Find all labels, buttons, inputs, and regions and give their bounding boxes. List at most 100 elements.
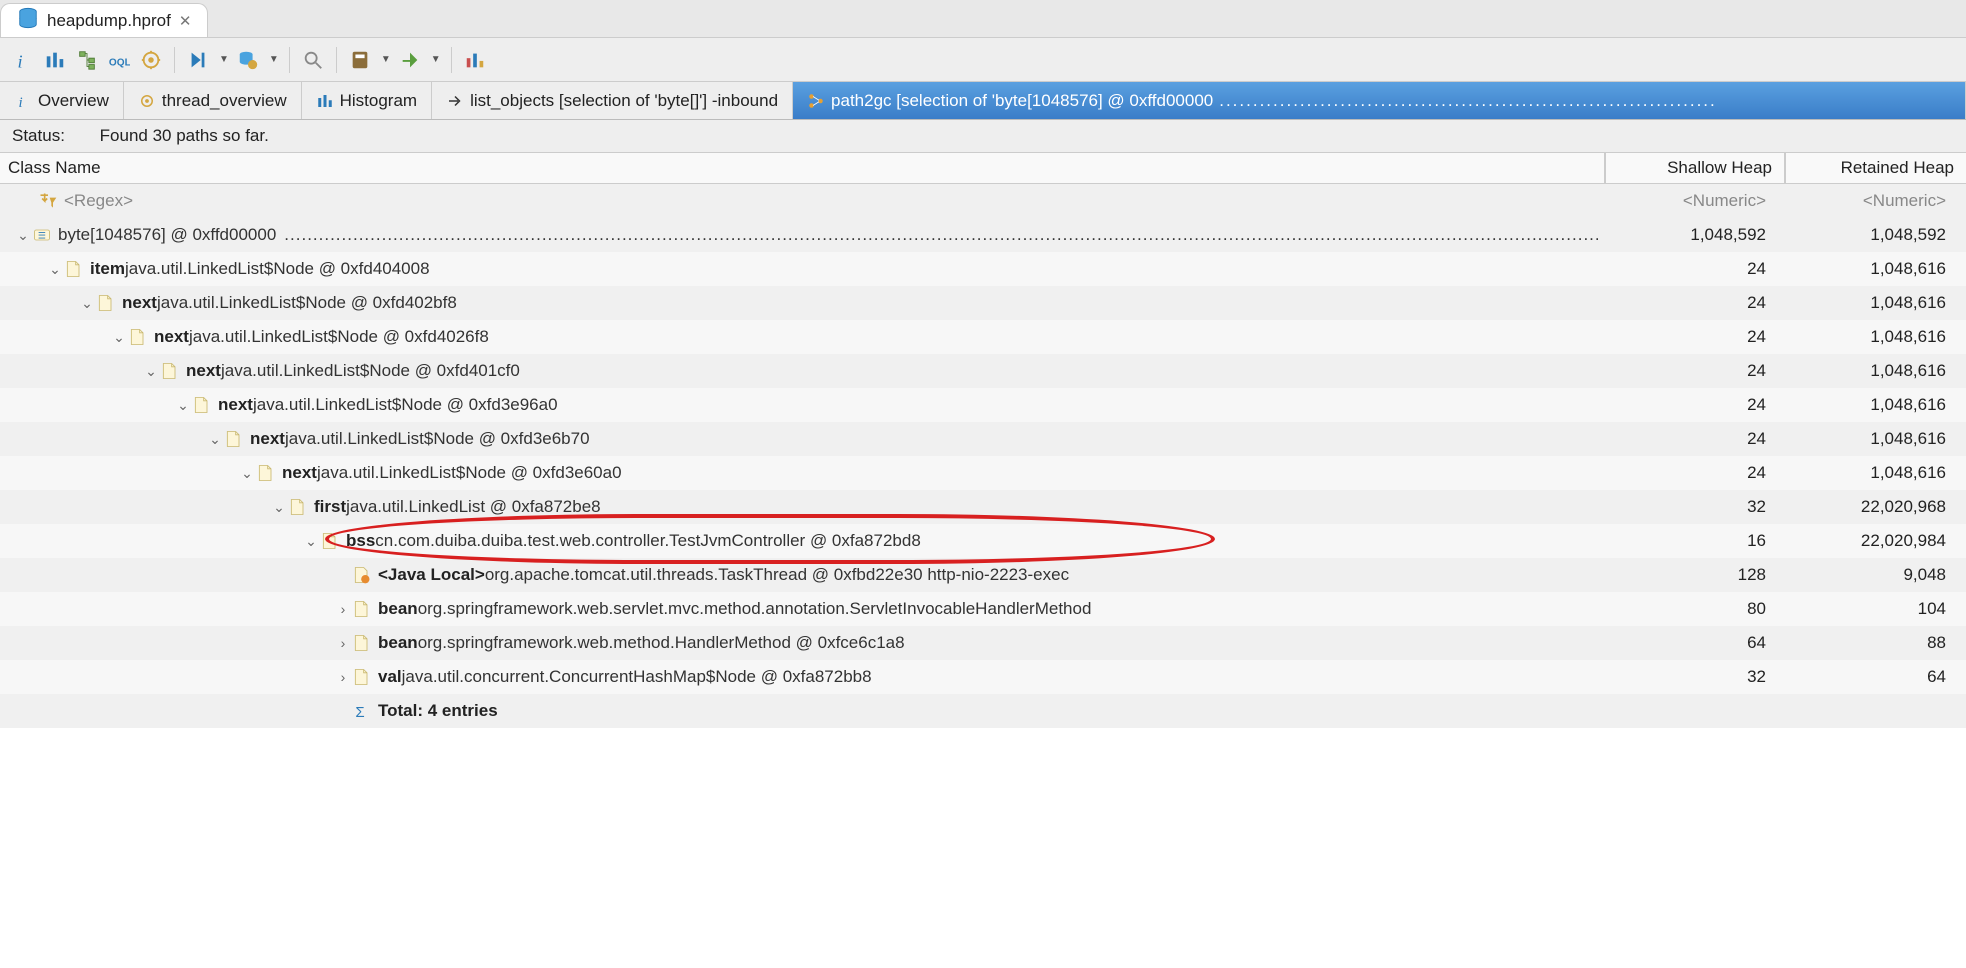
file-icon (352, 599, 372, 619)
bars-icon (316, 92, 334, 110)
retained-heap-value: 1,048,616 (1786, 327, 1966, 347)
tab-path2gc[interactable]: path2gc [selection of 'byte[1048576] @ 0… (793, 82, 1966, 119)
info-icon[interactable]: i (10, 47, 36, 73)
expander-icon[interactable]: › (334, 669, 352, 685)
table-row[interactable]: ›bean org.springframework.web.method.Han… (0, 626, 1966, 660)
shallow-heap-value: 24 (1606, 361, 1786, 381)
table-row[interactable]: ⌄bss cn.com.duiba.duiba.test.web.control… (0, 524, 1966, 558)
retained-heap-value: 22,020,984 (1786, 531, 1966, 551)
db-gear-icon[interactable] (235, 47, 261, 73)
file-icon (352, 667, 372, 687)
run-icon[interactable] (185, 47, 211, 73)
shallow-heap-value: 64 (1606, 633, 1786, 653)
tree-icon (807, 92, 825, 110)
filter-icon (38, 191, 58, 211)
row-field-name: <Java Local> (378, 565, 485, 585)
expander-icon[interactable]: ⌄ (46, 261, 64, 278)
shallow-heap-value: 24 (1606, 429, 1786, 449)
table-row[interactable]: ⌄byte[1048576] @ 0xffd00000.............… (0, 218, 1966, 252)
table-row[interactable]: ⌄next java.util.LinkedList$Node @ 0xfd3e… (0, 388, 1966, 422)
retained-heap-value: 9,048 (1786, 565, 1966, 585)
retained-heap-value: 1,048,616 (1786, 361, 1966, 381)
retained-heap-value: 22,020,968 (1786, 497, 1966, 517)
row-field-name: next (218, 395, 253, 415)
tab-label: Overview (38, 91, 109, 111)
expander-icon[interactable]: ⌄ (238, 465, 256, 482)
table-row[interactable]: ⌄next java.util.LinkedList$Node @ 0xfd40… (0, 320, 1966, 354)
table-row[interactable]: <Java Local> org.apache.tomcat.util.thre… (0, 558, 1966, 592)
table-row[interactable]: ⌄next java.util.LinkedList$Node @ 0xfd3e… (0, 422, 1966, 456)
tree-icon[interactable] (74, 47, 100, 73)
table-row[interactable]: Total: 4 entries (0, 694, 1966, 728)
file-icon (224, 429, 244, 449)
histogram-icon[interactable] (42, 47, 68, 73)
col-shallow[interactable]: Shallow Heap (1606, 153, 1786, 183)
table-row[interactable]: ⌄ next java.util.LinkedList$Node @ 0xfd40… (0, 354, 1966, 388)
gcroot-icon (352, 565, 372, 585)
shallow-heap-value: 128 (1606, 565, 1786, 585)
expander-icon[interactable]: ⌄ (174, 397, 192, 414)
row-field-name: next (186, 361, 221, 381)
oql-icon[interactable]: OQL (106, 47, 132, 73)
retained-heap-value: 104 (1786, 599, 1966, 619)
expander-icon[interactable]: ⌄ (302, 533, 320, 550)
svg-text:i: i (18, 51, 23, 71)
table-row[interactable]: ⌄next java.util.LinkedList$Node @ 0xfd40… (0, 286, 1966, 320)
retained-filter[interactable]: <Numeric> (1786, 191, 1966, 211)
file-icon (352, 633, 372, 653)
file-icon (64, 259, 84, 279)
table-row[interactable]: ⌄first java.util.LinkedList @ 0xfa872be8… (0, 490, 1966, 524)
chevron-down-icon[interactable]: ▼ (431, 54, 441, 65)
chart-icon[interactable] (462, 47, 488, 73)
row-class-detail: org.springframework.web.method.HandlerMe… (418, 633, 905, 653)
chevron-down-icon[interactable]: ▼ (219, 54, 229, 65)
expander-icon[interactable]: › (334, 635, 352, 651)
chevron-down-icon[interactable]: ▼ (269, 54, 279, 65)
tab-overview[interactable]: i Overview (0, 82, 124, 119)
tab-thread-overview[interactable]: thread_overview (124, 82, 302, 119)
expander-icon[interactable]: ⌄ (270, 499, 288, 516)
tab-histogram[interactable]: Histogram (302, 82, 432, 119)
row-class-detail: java.util.concurrent.ConcurrentHashMap$N… (402, 667, 872, 687)
row-class-detail: java.util.LinkedList @ 0xfa872be8 (346, 497, 600, 517)
gear-icon[interactable] (138, 47, 164, 73)
expander-icon[interactable]: ⌄ (142, 363, 160, 380)
export-icon[interactable] (397, 47, 423, 73)
row-field-name: next (154, 327, 189, 347)
svg-text:OQL: OQL (109, 57, 130, 68)
sigma-icon (352, 701, 372, 721)
shallow-heap-value: 80 (1606, 599, 1786, 619)
expander-icon[interactable]: ⌄ (78, 295, 96, 312)
file-icon (288, 497, 308, 517)
expander-icon[interactable]: ⌄ (110, 329, 128, 346)
expander-icon[interactable]: › (334, 601, 352, 617)
row-class-detail: java.util.LinkedList$Node @ 0xfd401cf0 (221, 361, 520, 381)
row-class-detail: java.util.LinkedList$Node @ 0xfd3e60a0 (317, 463, 622, 483)
regex-input[interactable]: <Regex> (64, 191, 133, 211)
expander-icon[interactable]: ⌄ (206, 431, 224, 448)
table-row[interactable]: ›val java.util.concurrent.ConcurrentHash… (0, 660, 1966, 694)
shallow-heap-value: 24 (1606, 395, 1786, 415)
row-field-name: next (282, 463, 317, 483)
row-field-name: bss (346, 531, 375, 551)
calc-icon[interactable] (347, 47, 373, 73)
row-field-name: item (90, 259, 125, 279)
row-class-detail: java.util.LinkedList$Node @ 0xfd402bf8 (157, 293, 457, 313)
close-icon[interactable]: ✕ (179, 12, 192, 30)
table-row[interactable]: ›bean org.springframework.web.servlet.mv… (0, 592, 1966, 626)
tab-list-objects[interactable]: list_objects [selection of 'byte[]'] -in… (432, 82, 793, 119)
shallow-filter[interactable]: <Numeric> (1606, 191, 1786, 211)
chevron-down-icon[interactable]: ▼ (381, 54, 391, 65)
tab-label: path2gc [selection of 'byte[1048576] @ 0… (831, 91, 1213, 111)
row-field-name: bean (378, 599, 418, 619)
search-icon[interactable] (300, 47, 326, 73)
col-retained[interactable]: Retained Heap (1786, 153, 1966, 183)
editor-tab-heapdump[interactable]: heapdump.hprof ✕ (0, 3, 208, 37)
retained-heap-value: 1,048,616 (1786, 259, 1966, 279)
tab-label: thread_overview (162, 91, 287, 111)
row-field-name: next (250, 429, 285, 449)
col-class-name[interactable]: Class Name (0, 153, 1606, 183)
expander-icon[interactable]: ⌄ (14, 227, 32, 244)
table-row[interactable]: ⌄item java.util.LinkedList$Node @ 0xfd40… (0, 252, 1966, 286)
table-row[interactable]: ⌄ next java.util.LinkedList$Node @ 0xfd3e… (0, 456, 1966, 490)
